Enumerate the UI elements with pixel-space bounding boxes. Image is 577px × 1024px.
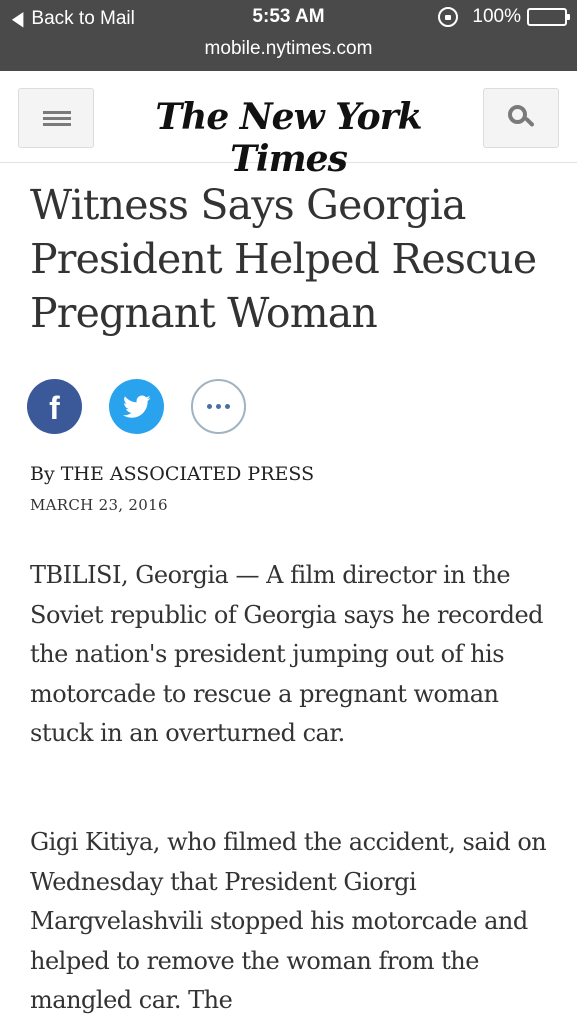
facebook-icon: f bbox=[49, 390, 60, 426]
search-button[interactable] bbox=[483, 88, 559, 148]
article-paragraph: Gigi Kitiya, who filmed the accident, sa… bbox=[30, 828, 547, 1014]
site-header: The New York Times bbox=[0, 71, 577, 180]
twitter-icon bbox=[122, 394, 151, 418]
battery-percent: 100% bbox=[472, 6, 521, 27]
menu-button[interactable] bbox=[18, 88, 94, 148]
byline: By THE ASSOCIATED PRESS bbox=[30, 463, 315, 485]
publish-date: MARCH 23, 2016 bbox=[30, 496, 168, 514]
rotation-lock-icon bbox=[438, 7, 459, 27]
url-bar[interactable]: mobile.nytimes.com bbox=[0, 38, 577, 60]
more-icon bbox=[205, 404, 232, 409]
search-icon bbox=[508, 105, 535, 131]
status-bar: ◀ Back to Mail 5:53 AM 100% mobile.nytim… bbox=[0, 0, 577, 71]
facebook-share-button[interactable]: f bbox=[27, 379, 82, 434]
article-headline: Witness Says Georgia President Helped Re… bbox=[30, 181, 537, 337]
share-bar: f bbox=[27, 379, 273, 434]
battery-icon bbox=[527, 8, 570, 26]
status-indicators: 100% bbox=[438, 6, 570, 28]
twitter-share-button[interactable] bbox=[109, 379, 164, 434]
nyt-logo[interactable]: The New York Times bbox=[100, 96, 477, 180]
article-paragraph: TBILISI, Georgia — A film director in th… bbox=[30, 561, 544, 747]
more-share-options-button[interactable] bbox=[191, 379, 246, 434]
hamburger-icon bbox=[43, 111, 71, 126]
